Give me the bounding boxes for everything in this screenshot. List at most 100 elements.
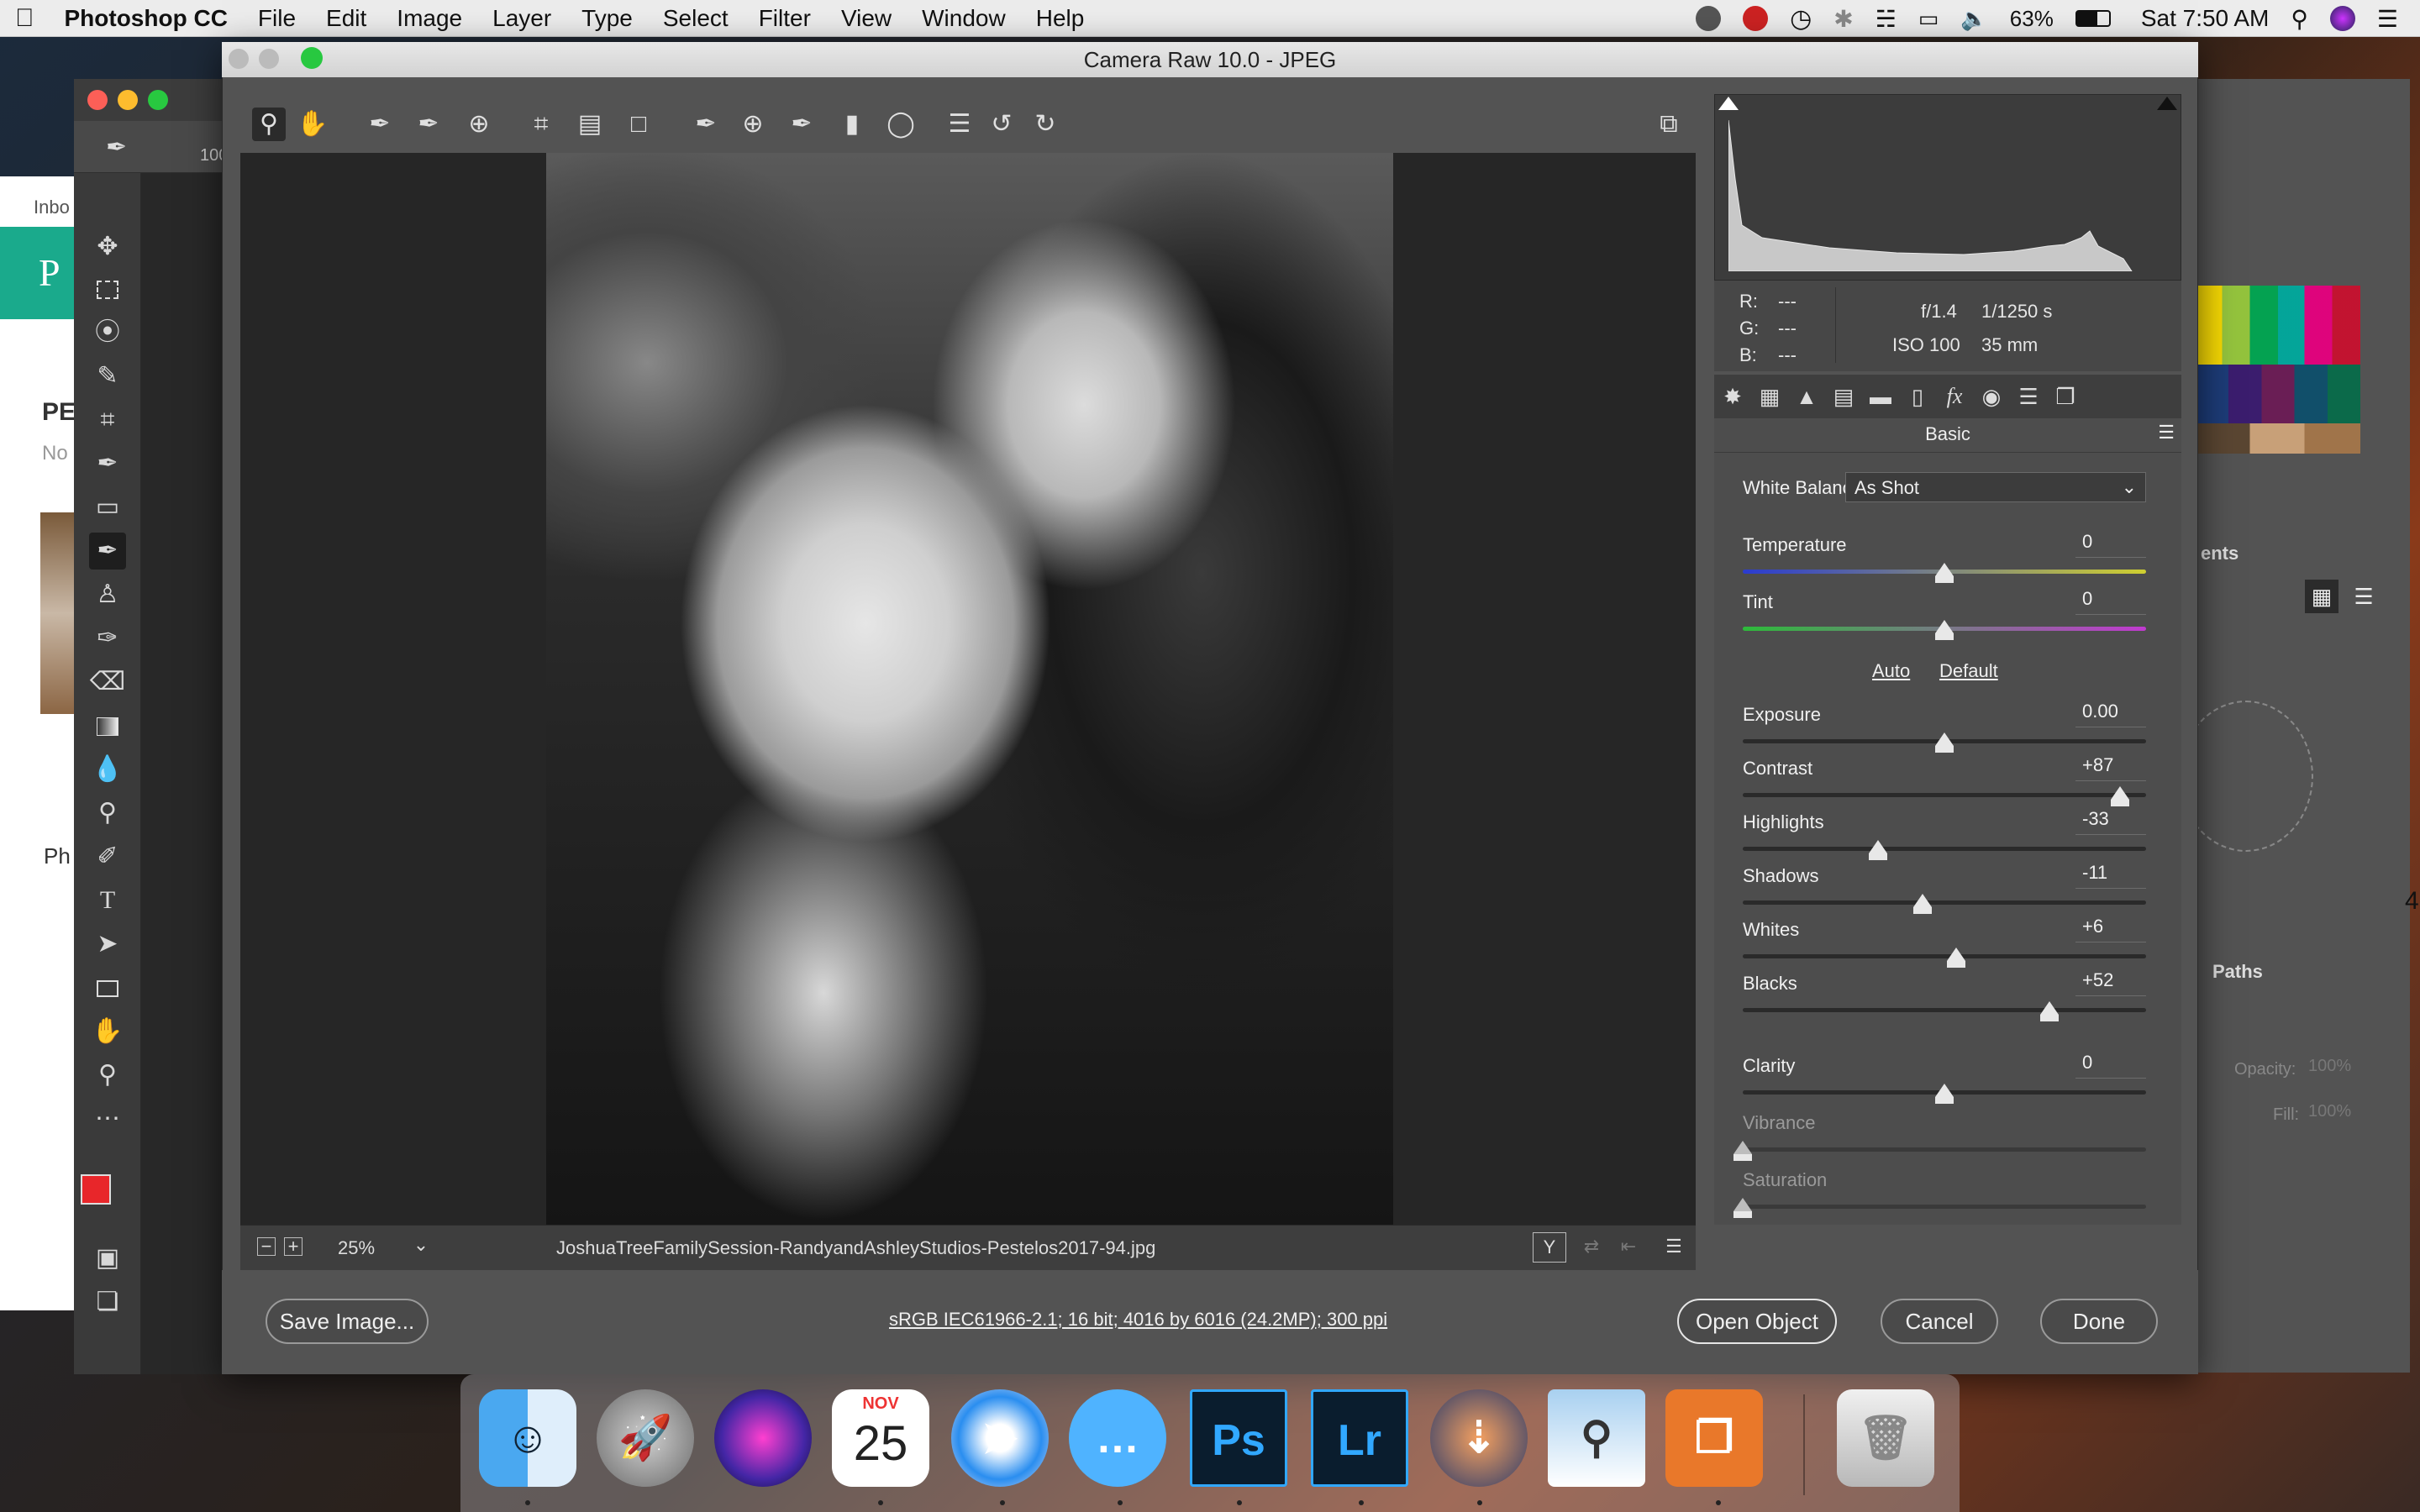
saturation-slider-thumb[interactable] (1733, 1198, 1752, 1218)
adjustment-brush-icon[interactable]: ✒ (785, 108, 818, 141)
zoom-tool-icon[interactable]: ⚲ (89, 1057, 126, 1094)
radial-filter-icon[interactable]: ◯ (884, 108, 918, 141)
hand-tool-icon[interactable]: ✋ (89, 1013, 126, 1050)
zoom-level[interactable]: 25% (338, 1237, 375, 1259)
graduated-filter-icon[interactable]: ▮ (835, 108, 869, 141)
menu-image[interactable]: Image (381, 5, 477, 32)
browser-tab[interactable]: Inbo (34, 197, 70, 218)
highlights-value[interactable]: -33 (2075, 808, 2146, 835)
preview-photo[interactable] (546, 153, 1393, 1225)
lasso-tool-icon[interactable]: ⦿ (89, 314, 126, 351)
battery-percent[interactable]: 63% (2010, 6, 2054, 32)
panel-opacity-field[interactable]: 100% (2308, 1057, 2359, 1076)
shadows-value[interactable]: -11 (2075, 862, 2146, 889)
highlight-clipping-icon[interactable] (2157, 97, 2177, 110)
zoom-window-button[interactable] (148, 90, 168, 110)
red-eye-tool-icon[interactable]: ⊕ (736, 108, 770, 141)
healing-brush-tool-icon[interactable]: ▭ (89, 489, 126, 526)
apple-menu-icon[interactable]:  (0, 4, 50, 33)
preferences-icon[interactable]: ☰ (943, 108, 976, 141)
presets-tab-icon[interactable]: ☰ (2015, 383, 2042, 410)
eyedropper-tool-icon[interactable]: ✒ (89, 445, 126, 482)
battery-icon[interactable] (2075, 10, 2111, 27)
zoom-dropdown-icon[interactable]: ⌄ (408, 1234, 434, 1259)
panel-menu-icon[interactable]: ☰ (2158, 422, 2175, 444)
list-view-icon[interactable]: ☰ (2347, 580, 2381, 613)
vibrance-slider-thumb[interactable] (1733, 1141, 1752, 1161)
zoom-tool-icon[interactable]: ⚲ (252, 108, 286, 141)
shadows-slider-track[interactable] (1743, 900, 2146, 905)
auto-link[interactable]: Auto (1872, 660, 1910, 682)
trash-icon[interactable]: 🗑 (1837, 1389, 1934, 1487)
finder-icon[interactable]: ☺ (479, 1389, 576, 1487)
effects-tab-icon[interactable]: fx (1941, 383, 1968, 410)
white-balance-dropdown[interactable]: As Shot ⌄ (1845, 472, 2146, 502)
calendar-icon[interactable]: NOV 25 (832, 1389, 929, 1487)
copy-settings-icon[interactable]: ⇤ (1612, 1232, 1645, 1263)
camera-calibration-tab-icon[interactable]: ◉ (1978, 383, 2005, 410)
rotate-right-icon[interactable]: ↻ (1028, 108, 1062, 141)
split-toning-tab-icon[interactable]: ▬ (1867, 383, 1894, 410)
cancel-button[interactable]: Cancel (1881, 1299, 1998, 1344)
creative-cloud-icon[interactable] (1743, 6, 1769, 31)
vibrance-slider-track[interactable] (1743, 1147, 2146, 1152)
shadows-slider-thumb[interactable] (1912, 894, 1932, 914)
brush-preset-icon[interactable]: ✒ (106, 133, 127, 162)
blacks-slider-thumb[interactable] (2039, 1001, 2059, 1021)
notification-center-icon[interactable]: ☰ (2377, 5, 2398, 33)
whites-value[interactable]: +6 (2075, 916, 2146, 942)
blacks-slider-track[interactable] (1743, 1008, 2146, 1012)
photoshop-dock-icon[interactable]: Ps (1190, 1389, 1287, 1487)
pen-tool-icon[interactable]: ✐ (89, 838, 126, 875)
default-link[interactable]: Default (1939, 660, 1998, 682)
clarity-value[interactable]: 0 (2075, 1052, 2146, 1079)
contrast-slider-track[interactable] (1743, 793, 2146, 797)
siri-icon[interactable] (2329, 6, 2355, 31)
swap-settings-icon[interactable]: ⇄ (1575, 1232, 1608, 1263)
clarity-slider-thumb[interactable] (1935, 1084, 1954, 1104)
basic-tab-icon[interactable]: ✸ (1719, 383, 1746, 410)
zoom-out-button[interactable]: − (257, 1237, 276, 1256)
siri-dock-icon[interactable] (714, 1389, 812, 1487)
unknown-app-icon[interactable]: ❐ (1665, 1389, 1763, 1487)
highlights-slider-track[interactable] (1743, 847, 2146, 851)
open-object-button[interactable]: Open Object (1677, 1299, 1837, 1344)
toggle-settings-icon[interactable]: ☰ (1657, 1232, 1691, 1263)
exposure-slider-thumb[interactable] (1935, 732, 1954, 753)
clock[interactable]: Sat 7:50 AM (2141, 5, 2270, 32)
macos-installer-icon[interactable]: ⇣ (1430, 1389, 1528, 1487)
quick-selection-tool-icon[interactable]: ✎ (89, 358, 126, 395)
eraser-tool-icon[interactable]: ⌫ (89, 664, 126, 701)
before-after-icon[interactable]: Y (1533, 1232, 1566, 1263)
tint-slider-thumb[interactable] (1935, 620, 1954, 640)
white-balance-tool-icon[interactable]: ✒ (363, 108, 397, 141)
tint-value[interactable]: 0 (2075, 588, 2146, 615)
clone-stamp-tool-icon[interactable]: ♙ (89, 576, 126, 613)
rotate-left-icon[interactable]: ↺ (985, 108, 1018, 141)
panel-paths-label[interactable]: Paths (2212, 961, 2263, 983)
done-button[interactable]: Done (2040, 1299, 2158, 1344)
blur-tool-icon[interactable]: 💧 (89, 751, 126, 788)
crop-tool-icon[interactable]: ⌗ (89, 402, 126, 438)
zoom-in-button[interactable]: + (284, 1237, 302, 1256)
workflow-options-link[interactable]: sRGB IEC61966-2.1; 16 bit; 4016 by 6016 … (889, 1309, 1387, 1331)
foreground-color-swatch[interactable] (81, 1174, 111, 1205)
volume-icon[interactable]: 🔈 (1960, 6, 1987, 32)
targeted-adjustment-tool-icon[interactable]: ⊕ (462, 108, 496, 141)
toggle-fullscreen-icon[interactable]: ⧉ (1652, 108, 1686, 141)
tone-curve-tab-icon[interactable]: ▦ (1756, 383, 1783, 410)
messages-icon[interactable]: … (1069, 1389, 1166, 1487)
grid-view-icon[interactable]: ▦ (2305, 580, 2338, 613)
dialog-zoom-button[interactable] (301, 47, 323, 69)
hsl-tab-icon[interactable]: ▤ (1830, 383, 1857, 410)
menu-layer[interactable]: Layer (477, 5, 566, 32)
menu-file[interactable]: File (243, 5, 311, 32)
temperature-value[interactable]: 0 (2075, 531, 2146, 558)
detail-tab-icon[interactable]: ▲ (1793, 383, 1820, 410)
blacks-value[interactable]: +52 (2075, 969, 2146, 996)
gradient-tool-icon[interactable] (89, 707, 126, 744)
hand-tool-icon[interactable]: ✋ (296, 108, 329, 141)
contrast-value[interactable]: +87 (2075, 754, 2146, 781)
snapshots-tab-icon[interactable]: ❐ (2052, 383, 2079, 410)
menu-filter[interactable]: Filter (744, 5, 826, 32)
